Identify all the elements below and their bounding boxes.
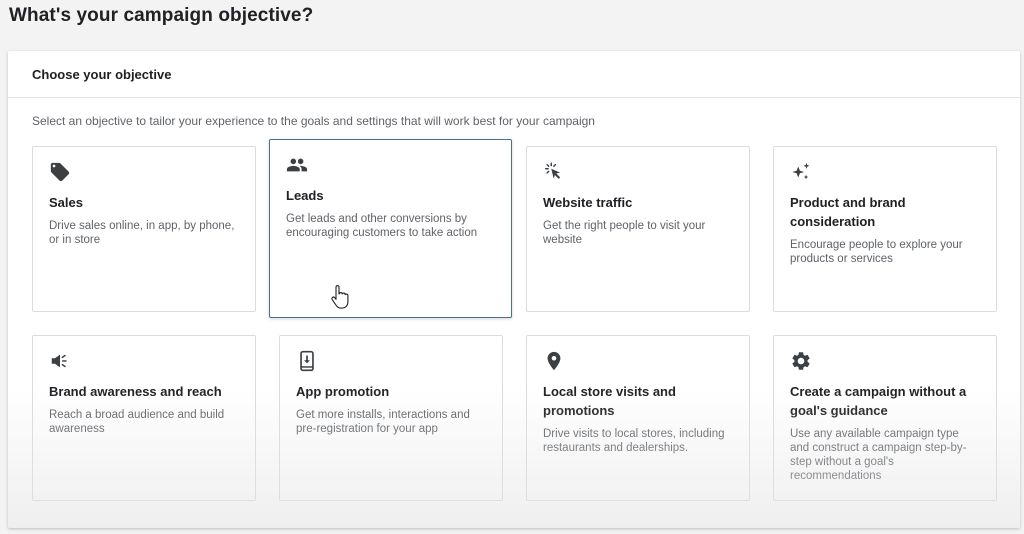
people-icon xyxy=(286,154,308,176)
panel-subtitle: Select an objective to tailor your exper… xyxy=(32,114,595,128)
click-cursor-icon xyxy=(543,161,565,183)
phone-download-icon xyxy=(296,350,318,372)
objective-card-leads[interactable]: Leads Get leads and other conversions by… xyxy=(269,139,512,318)
objective-title: Website traffic xyxy=(543,195,633,210)
panel-heading: Choose your objective xyxy=(32,66,172,82)
objective-panel: Choose your objective Select an objectiv… xyxy=(8,51,1020,528)
objective-description: Get more installs, interactions and pre-… xyxy=(296,409,470,435)
objective-card-no-guidance[interactable]: Create a campaign without a goal's guida… xyxy=(773,335,997,501)
objective-description: Get leads and other conversions by encou… xyxy=(286,213,478,239)
objective-description: Encourage people to explore your product… xyxy=(790,239,963,265)
objective-card-local-store[interactable]: Local store visits and promotions Drive … xyxy=(526,335,750,501)
objective-description: Get the right people to visit your websi… xyxy=(543,220,706,246)
objective-title: Create a campaign without a goal's guida… xyxy=(790,384,967,418)
page-title: What's your campaign objective? xyxy=(9,5,314,26)
objective-description: Drive sales online, in app, by phone, or… xyxy=(49,220,235,246)
objective-title: Brand awareness and reach xyxy=(49,384,222,399)
objective-card-product-brand[interactable]: Product and brand consideration Encourag… xyxy=(773,146,997,312)
objective-card-sales[interactable]: Sales Drive sales online, in app, by pho… xyxy=(32,146,256,312)
objective-card-website-traffic[interactable]: Website traffic Get the right people to … xyxy=(526,146,750,312)
objective-description: Use any available campaign type and cons… xyxy=(790,428,967,482)
objective-title: Leads xyxy=(286,188,324,203)
gear-icon xyxy=(790,350,812,372)
objective-card-brand-awareness[interactable]: Brand awareness and reach Reach a broad … xyxy=(32,335,256,501)
megaphone-icon xyxy=(49,350,71,372)
objective-title: Product and brand consideration xyxy=(790,195,906,229)
objective-title: App promotion xyxy=(296,384,390,399)
location-pin-icon xyxy=(543,350,565,372)
objective-title: Sales xyxy=(49,195,83,210)
objective-card-app-promotion[interactable]: App promotion Get more installs, interac… xyxy=(279,335,503,501)
sparkle-icon xyxy=(790,161,812,183)
objective-description: Reach a broad audience and build awarene… xyxy=(49,409,225,435)
objective-description: Drive visits to local stores, including … xyxy=(543,428,725,454)
objective-title: Local store visits and promotions xyxy=(543,384,676,418)
tag-icon xyxy=(49,161,71,183)
panel-header: Choose your objective xyxy=(8,51,1020,98)
